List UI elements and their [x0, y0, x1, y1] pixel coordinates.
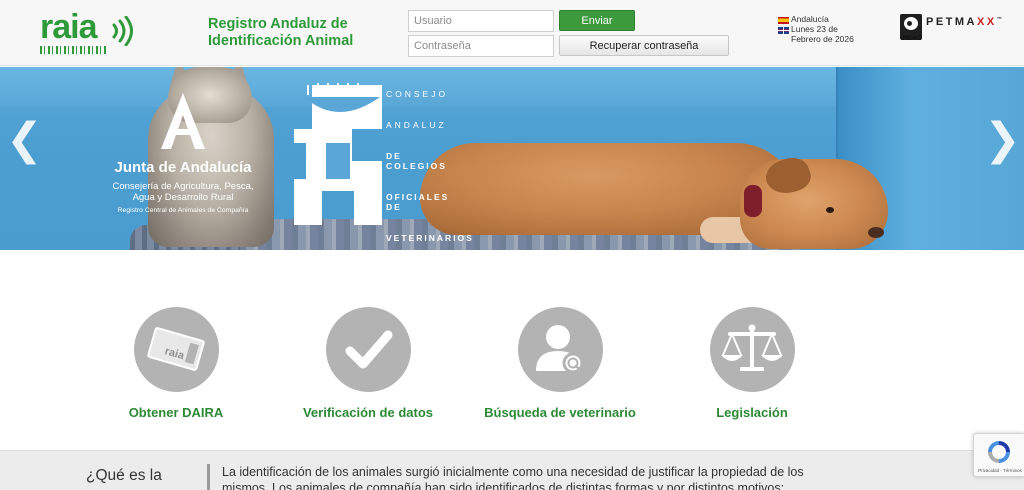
site-title-line-2: Identificación Animal — [208, 33, 354, 49]
feature-label: Legislación — [716, 405, 788, 420]
site-title: Registro Andaluz de Identificación Anima… — [208, 16, 388, 50]
carousel-prev-arrow-icon[interactable]: ❮ — [6, 115, 43, 165]
date-info: Andalucía Lunes 23 de Febrero de 2026 — [791, 14, 861, 44]
signal-waves-icon — [112, 16, 133, 46]
dog-image — [740, 159, 888, 249]
consejo-emblem-icon — [294, 83, 382, 225]
divider — [207, 464, 210, 490]
feature-circle: raia — [133, 307, 219, 392]
reiac-label: REIAC — [902, 36, 922, 42]
barcode-icon — [40, 46, 106, 54]
legislacion-link[interactable]: Legislación — [662, 307, 842, 420]
consejo-line: VETERINARIOS — [386, 233, 474, 243]
petmaxx-wordmark-a: PETMA — [926, 16, 977, 28]
current-date: Lunes 23 de Febrero de 2026 — [791, 24, 854, 44]
language-selector — [778, 17, 790, 37]
verificacion-datos-link[interactable]: Verificación de datos — [278, 307, 458, 420]
password-input[interactable] — [408, 35, 554, 57]
consejo-line: ANDALUZ — [386, 120, 447, 130]
english-flag-icon[interactable] — [778, 27, 789, 34]
trademark-mark: ™ — [996, 16, 1005, 23]
carousel-next-arrow-icon[interactable]: ❯ — [984, 115, 1021, 165]
junta-name: Junta de Andalucía — [114, 159, 252, 176]
dog-image — [868, 227, 884, 238]
petmaxx-wordmark-b: XX — [977, 16, 997, 28]
info-paragraph: La identificación de los animales surgió… — [222, 465, 804, 490]
consejo-line: DE COLEGIOS — [386, 151, 447, 171]
feature-label: Obtener DAIRA — [128, 405, 224, 420]
feature-links: raia Obtener DAIRA Verificación de datos… — [0, 250, 1024, 450]
info-heading: ¿Qué es la — [86, 467, 162, 484]
dog-image — [826, 207, 834, 213]
recaptcha-terms[interactable]: Privacidad - Términos — [976, 468, 1024, 473]
feature-label: Búsqueda de veterinario — [484, 405, 636, 420]
spanish-flag-icon[interactable] — [778, 17, 789, 24]
junta-department: Consejería de Agricultura, Pesca, Agua y… — [112, 181, 254, 203]
partner-logo[interactable]: REIAC PETMAXX™ — [900, 14, 1004, 44]
site-header: raia Registro Andaluz de Identificación … — [0, 0, 1024, 66]
consejo-line: CONSEJO — [386, 89, 449, 99]
dog-collar — [744, 185, 762, 217]
consejo-veterinarios-logo: CONSEJO ANDALUZ DE COLEGIOS OFICIALES DE… — [386, 89, 474, 250]
junta-registry: Registro Central de Animales de Compañía — [117, 207, 249, 214]
user-search-icon — [535, 325, 583, 374]
raia-logo[interactable]: raia — [38, 10, 133, 54]
hero-carousel: Junta de Andalucía Consejería de Agricul… — [0, 67, 1024, 250]
logo-wordmark: raia — [40, 8, 97, 46]
recover-password-button[interactable]: Recuperar contraseña — [559, 35, 729, 56]
site-title-line-1: Registro Andaluz de — [208, 16, 348, 32]
petmaxx-wordmark: PETMAXX™ — [926, 16, 1004, 28]
checkmark-icon — [345, 330, 392, 369]
feature-circle — [709, 307, 795, 392]
send-button[interactable]: Enviar — [559, 10, 635, 31]
consejo-line: OFICIALES DE — [386, 192, 450, 212]
junta-andalucia-logo: Junta de Andalucía Consejería de Agricul… — [108, 89, 268, 239]
region-label: Andalucía — [791, 14, 829, 24]
feature-circle — [517, 307, 603, 392]
feature-label: Verificación de datos — [302, 405, 434, 420]
junta-emblem-icon — [161, 93, 205, 149]
busqueda-veterinario-link[interactable]: Búsqueda de veterinario — [470, 307, 650, 420]
id-card-icon: raia — [146, 327, 205, 371]
obtener-daira-link[interactable]: raia Obtener DAIRA — [86, 307, 266, 420]
recaptcha-icon — [988, 441, 1010, 463]
username-input[interactable] — [408, 10, 554, 32]
scales-icon — [720, 324, 783, 371]
feature-circle — [325, 307, 411, 392]
info-section: ¿Qué es la La identificación de los anim… — [0, 450, 1024, 490]
recaptcha-badge[interactable]: Privacidad - Términos — [973, 433, 1024, 477]
